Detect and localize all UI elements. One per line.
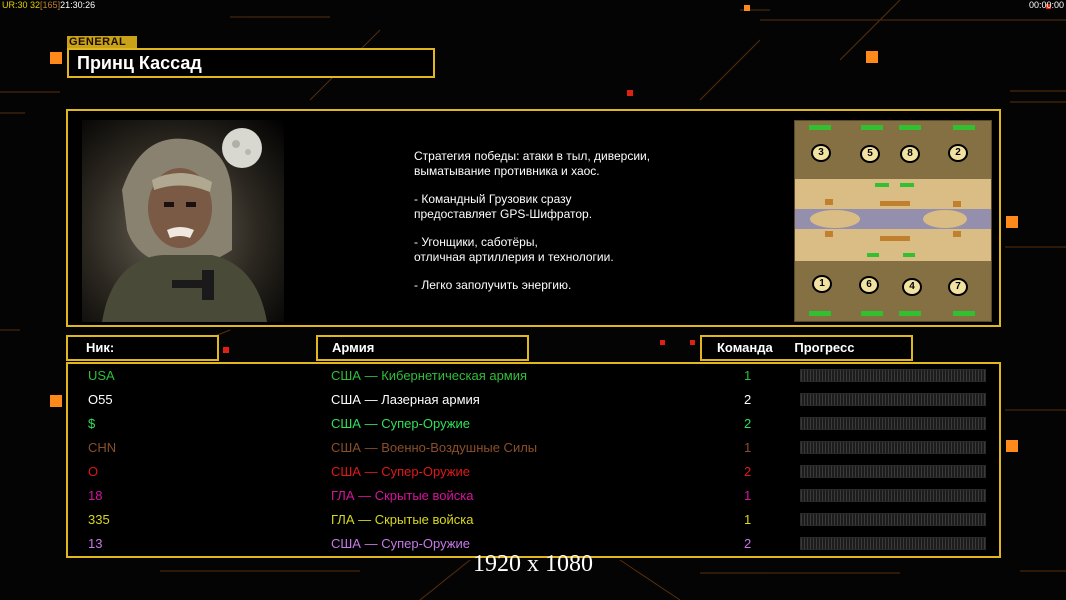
player-army: США — Кибернетическая армия — [331, 368, 528, 383]
player-row: 18 ГЛА — Скрытые войска 1 — [68, 484, 999, 508]
army-column-header: Армия — [316, 335, 529, 361]
start-position-marker: 1 — [812, 275, 832, 293]
player-nick: $ — [88, 416, 96, 431]
general-tag: GENERAL — [67, 36, 137, 48]
player-team: 1 — [744, 512, 752, 527]
player-row: CHN США — Военно-Воздушные Силы 1 — [68, 436, 999, 460]
player-team: 2 — [744, 464, 752, 479]
game-timer: 00:00:00 — [1028, 0, 1064, 10]
minimap-preview: 3 5 8 2 1 6 4 7 — [794, 120, 992, 322]
player-progress-bar — [800, 417, 986, 430]
player-army: США — Военно-Воздушные Силы — [331, 440, 538, 455]
general-info-panel: Стратегия победы: атаки в тыл, диверсии,… — [66, 109, 1001, 327]
players-list: USA США — Кибернетическая армия 1 O55 СШ… — [66, 362, 1001, 558]
start-position-marker: 3 — [811, 144, 831, 162]
player-nick: 13 — [88, 536, 103, 551]
progress-header-label: Прогресс — [794, 340, 855, 355]
player-nick: O — [88, 464, 99, 479]
start-position-marker: 5 — [860, 145, 880, 163]
player-team: 1 — [744, 440, 752, 455]
start-position-marker: 8 — [900, 145, 920, 163]
nick-column-header: Ник: — [66, 335, 219, 361]
start-position-marker: 7 — [948, 278, 968, 296]
status-readout: UR:30 32[165]21:30:26 — [2, 0, 95, 10]
army-header-label: Армия — [332, 340, 375, 355]
player-army: ГЛА — Скрытые войска — [331, 512, 474, 527]
player-team: 2 — [744, 536, 752, 551]
player-row: O США — Супер-Оружие 2 — [68, 460, 999, 484]
player-row: 335 ГЛА — Скрытые войска 1 — [68, 508, 999, 532]
player-nick: 18 — [88, 488, 103, 503]
team-header-label: Команда — [717, 340, 773, 355]
nick-header-label: Ник: — [86, 340, 115, 355]
player-army: ГЛА — Скрытые войска — [331, 488, 474, 503]
player-nick: CHN — [88, 440, 117, 455]
player-row: USA США — Кибернетическая армия 1 — [68, 364, 999, 388]
player-progress-bar — [800, 465, 986, 478]
general-portrait — [82, 120, 284, 322]
player-progress-bar — [800, 513, 986, 526]
player-nick: O55 — [88, 392, 113, 407]
player-army: США — Супер-Оружие — [331, 464, 470, 479]
start-position-marker: 4 — [902, 278, 922, 296]
frame-counter: [165] — [40, 0, 61, 10]
player-team: 2 — [744, 392, 752, 407]
player-row: $ США — Супер-Оружие 2 — [68, 412, 999, 436]
player-army: США — Супер-Оружие — [331, 536, 470, 551]
ur-label: UR: — [2, 0, 18, 10]
strategy-description: Стратегия победы: атаки в тыл, диверсии,… — [414, 149, 744, 306]
player-nick: USA — [88, 368, 115, 383]
description-line: - Угонщики, саботёры, отличная артиллери… — [414, 235, 614, 264]
player-nick: 335 — [88, 512, 110, 527]
general-name: Принц Кассад — [67, 48, 435, 78]
clock: 21:30:26 — [60, 0, 96, 10]
team-progress-header: Команда Прогресс — [700, 335, 913, 361]
start-position-marker: 6 — [859, 276, 879, 294]
resolution-label: 1920 x 1080 — [473, 551, 593, 577]
player-progress-bar — [800, 369, 986, 382]
player-team: 2 — [744, 416, 752, 431]
player-team: 1 — [744, 488, 752, 503]
portrait-image — [102, 128, 267, 322]
player-progress-bar — [800, 441, 986, 454]
player-progress-bar — [800, 489, 986, 502]
player-army: США — Лазерная армия — [331, 392, 480, 407]
player-progress-bar — [800, 537, 986, 550]
fps-value: 32 — [30, 0, 41, 10]
player-progress-bar — [800, 393, 986, 406]
start-position-marker: 2 — [948, 144, 968, 162]
description-line: - Командный Грузовик сразу предоставляет… — [414, 192, 593, 221]
player-team: 1 — [744, 368, 752, 383]
description-line: - Легко заполучить энергию. — [414, 278, 572, 292]
player-army: США — Супер-Оружие — [331, 416, 470, 431]
ur-value: 30 — [17, 0, 28, 10]
player-row: O55 США — Лазерная армия 2 — [68, 388, 999, 412]
description-line: Стратегия победы: атаки в тыл, диверсии,… — [414, 149, 651, 178]
